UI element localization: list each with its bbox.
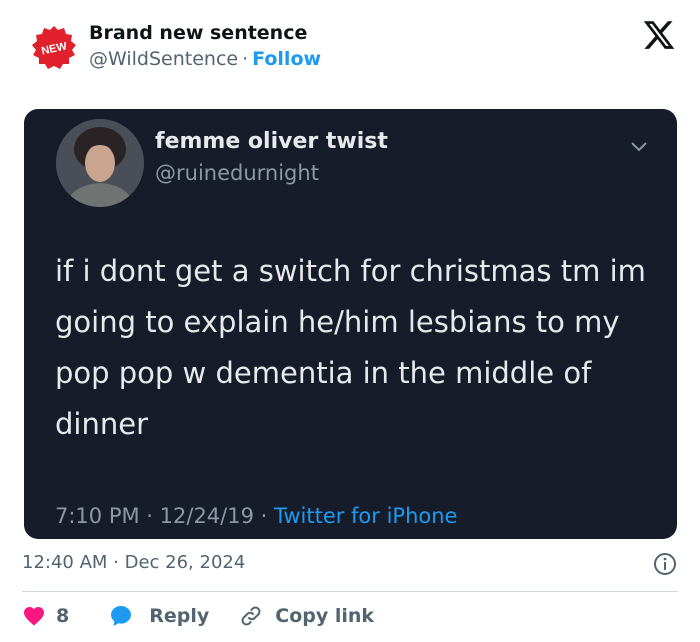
like-button[interactable]: 8 <box>22 604 69 628</box>
separator-dot: · <box>242 48 249 70</box>
speech-bubble-icon <box>111 606 132 626</box>
author-name[interactable]: Brand new sentence <box>89 22 307 44</box>
embedded-author-name: femme oliver twist <box>155 129 388 154</box>
link-icon <box>241 606 261 626</box>
x-logo-icon[interactable] <box>642 18 676 52</box>
divider <box>22 591 678 592</box>
action-bar: 8 Reply Copy link <box>22 602 374 630</box>
like-count: 8 <box>56 605 70 627</box>
embedded-tweet-time: 7:10 PM · 12/24/19 · <box>55 504 274 528</box>
embedded-author-handle: @ruinedurnight <box>155 161 319 185</box>
author-avatar[interactable]: NEW <box>30 24 78 72</box>
author-handle-row: @WildSentence · Follow <box>89 48 321 70</box>
copy-link-button[interactable]: Copy link <box>239 604 374 628</box>
new-badge-icon: NEW <box>32 26 76 69</box>
embedded-avatar <box>56 119 144 207</box>
reply-label: Reply <box>149 605 210 627</box>
person-photo-icon <box>56 119 144 207</box>
embedded-tweet-meta: 7:10 PM · 12/24/19 · Twitter for iPhone <box>55 504 457 528</box>
embedded-tweet-image[interactable]: femme oliver twist @ruinedurnight if i d… <box>24 109 677 539</box>
tweet-embed-card: NEW Brand new sentence @WildSentence · Fol… <box>0 0 700 642</box>
author-handle[interactable]: @WildSentence <box>89 48 238 70</box>
copy-link-label: Copy link <box>275 605 375 627</box>
heart-icon <box>24 607 44 626</box>
embedded-tweet-text: if i dont get a switch for christmas tm … <box>55 254 646 441</box>
info-icon[interactable] <box>653 552 677 576</box>
reply-button[interactable]: Reply <box>109 604 209 628</box>
tweet-timestamp[interactable]: 12:40 AM · Dec 26, 2024 <box>22 552 245 573</box>
chevron-down-icon <box>629 139 649 153</box>
embedded-tweet-source: Twitter for iPhone <box>273 504 458 528</box>
follow-button[interactable]: Follow <box>252 48 321 70</box>
